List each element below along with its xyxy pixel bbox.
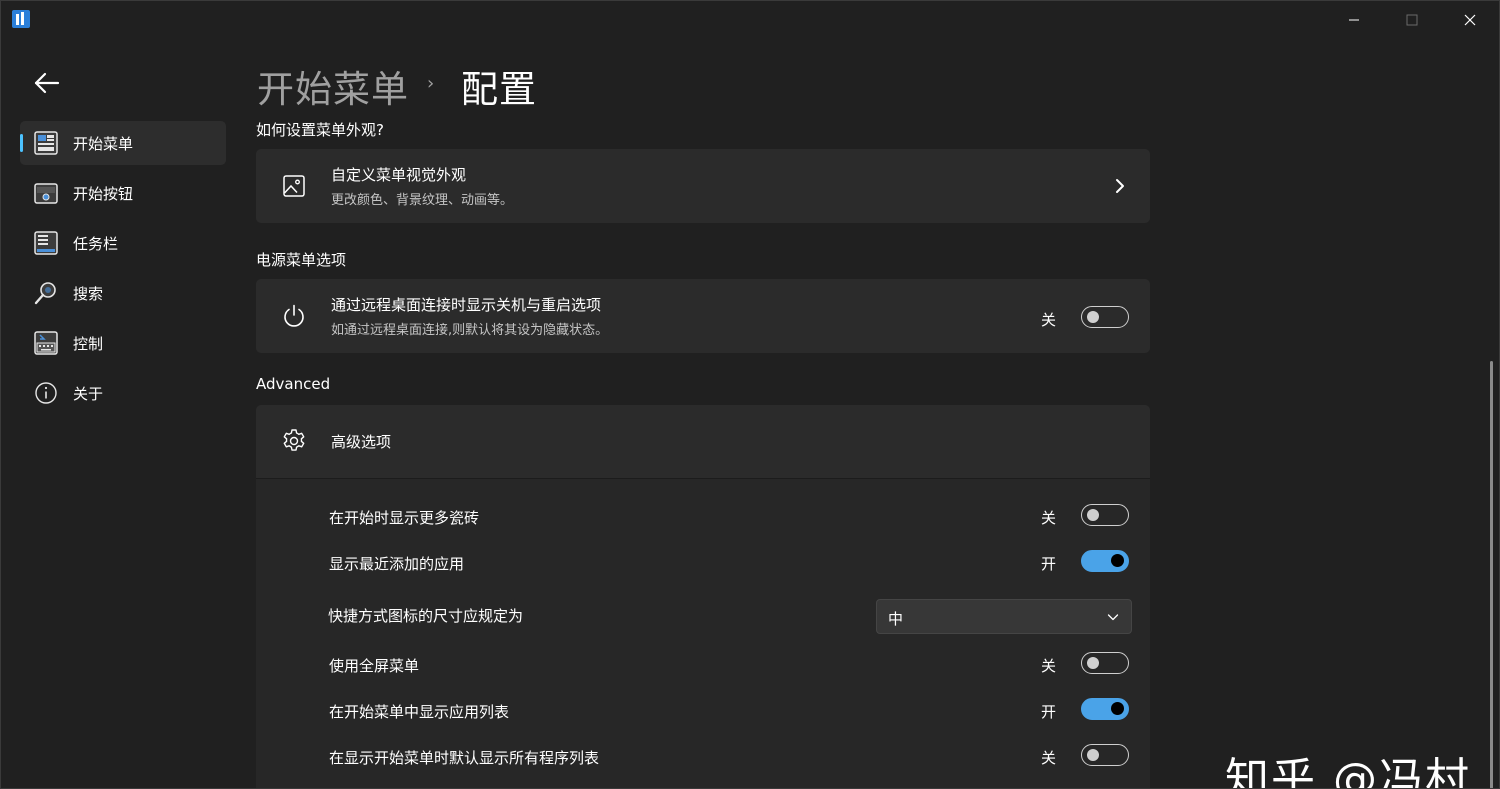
card-subtitle: 如通过远程桌面连接,则默认将其设为隐藏状态。 <box>331 323 609 338</box>
nav-label: 开始菜单 <box>73 134 134 153</box>
breadcrumb-parent[interactable]: 开始菜单 <box>257 59 409 113</box>
minimize-button[interactable] <box>1325 1 1383 39</box>
toggle-knob <box>1087 657 1099 669</box>
recently-added-toggle[interactable] <box>1081 550 1129 572</box>
dropdown-value: 中 <box>888 610 904 628</box>
toggle-state-label: 关 <box>1041 657 1057 675</box>
card-subtitle: 更改颜色、背景纹理、动画等。 <box>331 193 514 208</box>
nav-item-start-button[interactable]: 开始按钮 <box>20 171 226 215</box>
settings-window: 开始菜单 开始按钮 任务栏 搜索 控制 关于 开始菜单 › 配置 如何设置菜单外… <box>0 0 1500 789</box>
icon-size-dropdown[interactable]: 中 <box>876 599 1132 634</box>
toggle-state-label: 开 <box>1041 555 1057 573</box>
title-bar <box>1 1 1499 39</box>
toggle-state-label: 关 <box>1041 749 1057 767</box>
nav-item-search[interactable]: 搜索 <box>20 271 226 315</box>
nav-label: 控制 <box>73 334 104 353</box>
section-title-power: 电源菜单选项 <box>256 251 347 269</box>
toggle-state-label: 开 <box>1041 703 1057 721</box>
nav-label: 任务栏 <box>73 234 119 253</box>
customize-appearance-card[interactable]: 自定义菜单视觉外观 更改颜色、背景纹理、动画等。 <box>256 149 1150 223</box>
toggle-state-label: 关 <box>1041 311 1057 329</box>
nav-item-about[interactable]: 关于 <box>20 371 226 415</box>
selection-indicator <box>20 134 23 152</box>
app-list-toggle[interactable] <box>1081 698 1129 720</box>
back-arrow-icon <box>34 72 60 94</box>
toggle-knob <box>1111 554 1124 567</box>
setting-label: 快捷方式图标的尺寸应规定为 <box>328 607 524 625</box>
toggle-knob <box>1111 702 1124 715</box>
nav-item-control[interactable]: 控制 <box>20 321 226 365</box>
section-title-appearance: 如何设置菜单外观? <box>256 121 384 139</box>
taskbar-icon <box>34 231 58 255</box>
toggle-knob <box>1087 509 1099 521</box>
keyboard-icon <box>34 331 58 355</box>
section-title-advanced: Advanced <box>256 375 331 393</box>
nav-item-taskbar[interactable]: 任务栏 <box>20 221 226 265</box>
remote-shutdown-toggle[interactable] <box>1081 306 1129 328</box>
more-tiles-toggle[interactable] <box>1081 504 1129 526</box>
nav-item-start-menu[interactable]: 开始菜单 <box>20 121 226 165</box>
watermark: 知乎 @冯村 <box>1225 754 1471 789</box>
card-title: 自定义菜单视觉外观 <box>331 166 467 184</box>
close-button[interactable] <box>1441 1 1499 39</box>
nav-label: 开始按钮 <box>73 184 134 203</box>
fullscreen-menu-toggle[interactable] <box>1081 652 1129 674</box>
maximize-button[interactable] <box>1383 1 1441 39</box>
power-icon <box>281 303 307 329</box>
remote-shutdown-card: 通过远程桌面连接时显示关机与重启选项 如通过远程桌面连接,则默认将其设为隐藏状态… <box>256 279 1150 353</box>
page-title: 配置 <box>461 68 537 111</box>
expander-title: 高级选项 <box>331 433 392 451</box>
start-button-icon <box>34 181 58 205</box>
chevron-down-icon <box>1107 614 1119 621</box>
card-title: 通过远程桌面连接时显示关机与重启选项 <box>331 296 602 314</box>
nav-label: 搜索 <box>73 284 104 303</box>
setting-label: 显示最近添加的应用 <box>329 555 465 573</box>
setting-label: 使用全屏菜单 <box>329 657 420 675</box>
nav-label: 关于 <box>73 384 104 403</box>
start-menu-icon <box>34 131 58 155</box>
app-logo-icon <box>11 9 31 29</box>
all-programs-default-toggle[interactable] <box>1081 744 1129 766</box>
breadcrumb-separator: › <box>427 73 435 94</box>
image-icon <box>281 173 307 199</box>
gear-icon <box>281 428 307 454</box>
toggle-state-label: 关 <box>1041 509 1057 527</box>
advanced-options-expander-header[interactable]: 高级选项 <box>256 405 1150 478</box>
setting-label: 在开始菜单中显示应用列表 <box>329 703 510 721</box>
chevron-right-icon <box>1116 179 1124 193</box>
scrollbar[interactable] <box>1490 361 1493 788</box>
toggle-knob <box>1087 749 1099 761</box>
info-icon <box>34 381 58 405</box>
back-button[interactable] <box>27 65 65 101</box>
setting-label: 在显示开始菜单时默认显示所有程序列表 <box>329 749 600 767</box>
setting-label: 在开始时显示更多瓷砖 <box>329 509 480 527</box>
toggle-knob <box>1087 311 1099 323</box>
search-icon <box>34 281 58 305</box>
